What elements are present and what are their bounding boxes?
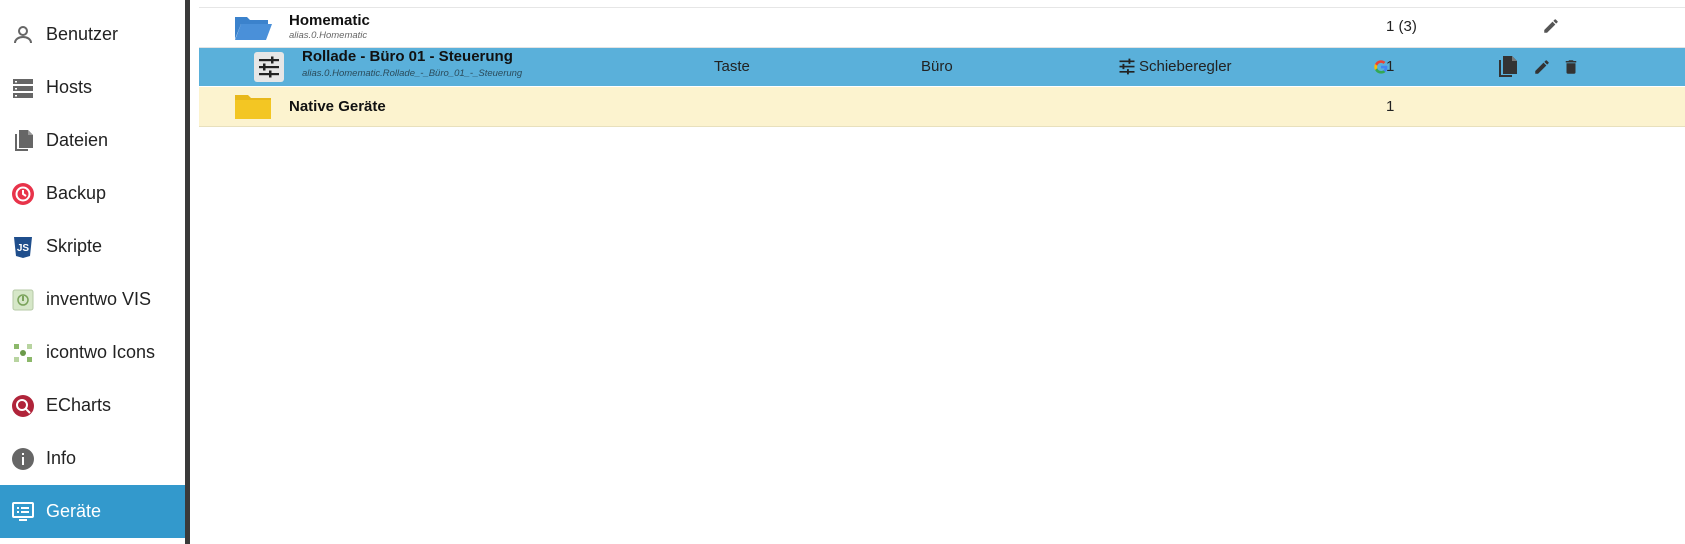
device-count: 1 (3) bbox=[1386, 18, 1417, 35]
svg-text:JS: JS bbox=[17, 243, 30, 254]
sidebar-item-label: Dateien bbox=[46, 130, 109, 150]
sidebar-item-backup[interactable]: Backup bbox=[0, 167, 185, 220]
user-icon bbox=[10, 22, 36, 48]
device-type: Schieberegler bbox=[1139, 58, 1232, 75]
icontwo-icon bbox=[10, 340, 36, 366]
slider-device-icon bbox=[254, 52, 284, 82]
table-row-rollade[interactable]: Rollade - Büro 01 - Steuerung alias.0.Ho… bbox=[199, 48, 1685, 86]
device-id: alias.0.Homematic bbox=[289, 30, 368, 41]
inventwo-icon bbox=[10, 287, 36, 313]
info-icon bbox=[10, 446, 36, 472]
device-name: Native Geräte bbox=[289, 98, 386, 115]
slider-type-icon bbox=[1118, 58, 1136, 80]
sidebar-item-hosts[interactable]: Hosts bbox=[0, 61, 185, 114]
device-name: Rollade - Büro 01 - Steuerung bbox=[302, 48, 513, 65]
hosts-icon bbox=[10, 75, 36, 101]
table-row-homematic[interactable]: Homematic alias.0.Homematic 1 (3) bbox=[199, 8, 1685, 48]
copy-icon[interactable] bbox=[1495, 55, 1519, 84]
sidebar-item-skripte[interactable]: JS Skripte bbox=[0, 220, 185, 273]
delete-icon[interactable] bbox=[1562, 58, 1580, 81]
table-row-native[interactable]: Native Geräte 1 bbox=[199, 87, 1685, 127]
sidebar-item-dateien[interactable]: Dateien bbox=[0, 114, 185, 167]
device-id: alias.0.Homematic.Rollade_-_Büro_01_-_St… bbox=[302, 68, 523, 79]
sidebar-item-inventwo-vis[interactable]: inventwo VIS bbox=[0, 273, 185, 326]
sidebar-item-benutzer[interactable]: Benutzer bbox=[0, 8, 185, 61]
sidebar-item-echarts[interactable]: ECharts bbox=[0, 379, 185, 432]
device-function: Taste bbox=[714, 58, 750, 75]
device-count: 1 bbox=[1386, 58, 1395, 75]
sidebar-item-label: Geräte bbox=[46, 501, 102, 521]
echarts-icon bbox=[10, 393, 36, 419]
sidebar-item-label: ECharts bbox=[46, 395, 112, 415]
backup-icon bbox=[10, 181, 36, 207]
edit-icon[interactable] bbox=[1542, 17, 1560, 40]
sidebar-divider[interactable] bbox=[185, 0, 190, 544]
sidebar-item-icontwo-icons[interactable]: icontwo Icons bbox=[0, 326, 185, 379]
device-name: Homematic bbox=[289, 12, 370, 29]
folder-icon[interactable] bbox=[233, 92, 273, 127]
sidebar-item-label: Hosts bbox=[46, 77, 93, 97]
sidebar-item-geraete[interactable]: Geräte bbox=[0, 485, 185, 538]
edit-icon[interactable] bbox=[1533, 58, 1551, 81]
device-list: Homematic alias.0.Homematic 1 (3) Rollad… bbox=[199, 0, 1685, 544]
sidebar-item-label: Benutzer bbox=[46, 24, 119, 44]
sidebar-item-label: inventwo VIS bbox=[46, 289, 152, 309]
sidebar: Benutzer Hosts Dateien Backup JS Skripte… bbox=[0, 0, 185, 544]
device-room: Büro bbox=[921, 58, 953, 75]
folder-open-icon[interactable] bbox=[233, 13, 273, 48]
javascript-icon: JS bbox=[10, 234, 36, 260]
files-icon bbox=[10, 128, 36, 154]
sidebar-item-label: Backup bbox=[46, 183, 107, 203]
devices-icon bbox=[10, 499, 36, 525]
sidebar-item-info[interactable]: Info bbox=[0, 432, 185, 485]
device-count: 1 bbox=[1386, 98, 1395, 115]
sidebar-item-label: Skripte bbox=[46, 236, 103, 256]
sidebar-item-label: icontwo Icons bbox=[46, 342, 156, 362]
sidebar-item-label: Info bbox=[46, 448, 77, 468]
